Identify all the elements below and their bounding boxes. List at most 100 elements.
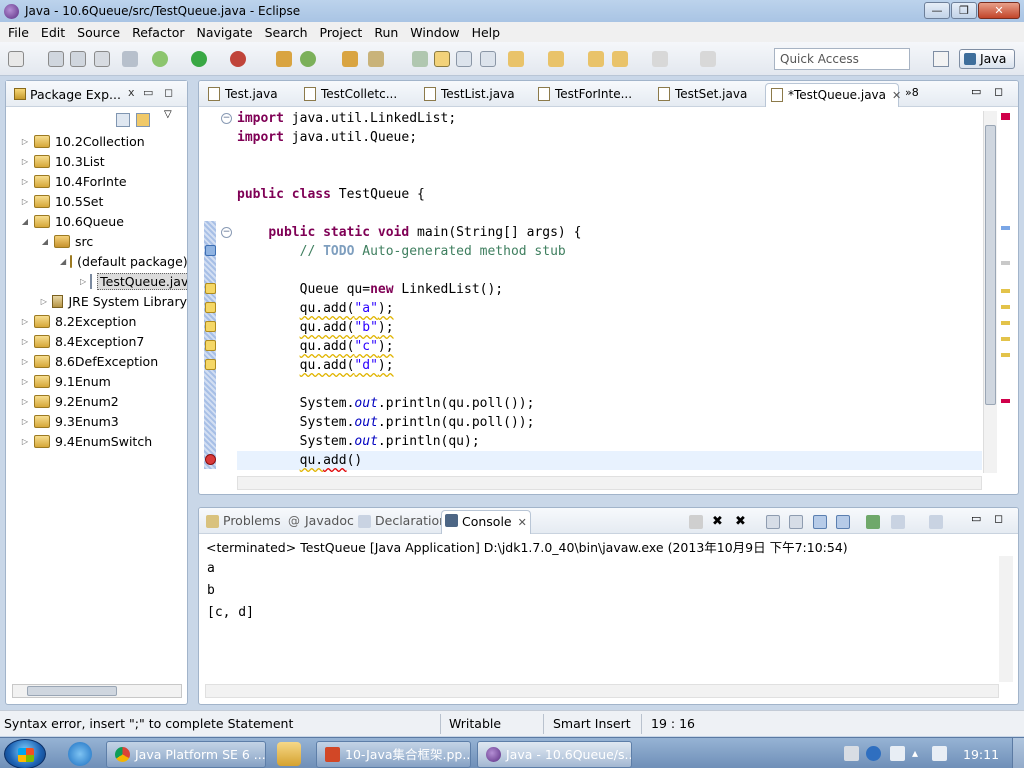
volume-icon[interactable] xyxy=(932,746,947,761)
close-button[interactable]: ✕ xyxy=(978,2,1020,19)
taskbar-item-powerpoint[interactable]: 10-Java集合框架.pp... xyxy=(316,741,471,768)
collapsed-arrow-icon[interactable]: ▷ xyxy=(20,137,30,146)
collapsed-arrow-icon[interactable]: ▷ xyxy=(80,277,86,286)
collapsed-arrow-icon[interactable]: ▷ xyxy=(20,177,30,186)
menu-search[interactable]: Search xyxy=(259,25,314,40)
open-type-icon[interactable] xyxy=(342,51,358,67)
clock[interactable]: 19:11 xyxy=(963,747,999,762)
back-icon[interactable] xyxy=(612,51,628,67)
terminate-icon[interactable] xyxy=(689,515,703,529)
forward-icon[interactable] xyxy=(652,51,668,67)
toggle-mark-occurrences-icon[interactable] xyxy=(412,51,428,67)
scrollbar-thumb[interactable] xyxy=(27,686,117,696)
task-overview-mark[interactable] xyxy=(1001,226,1010,230)
tab-test-java[interactable]: Test.java xyxy=(203,83,295,107)
collapsed-arrow-icon[interactable]: ▷ xyxy=(40,297,48,306)
tab-overflow-button[interactable]: »8 xyxy=(905,86,919,99)
link-with-editor-icon[interactable] xyxy=(136,113,150,127)
tree-item[interactable]: ◢ 10.6Queue xyxy=(6,211,187,231)
tree-item[interactable]: ◢ src xyxy=(6,231,187,251)
taskbar-item-eclipse[interactable]: Java - 10.6Queue/s... xyxy=(477,741,632,768)
new-java-project-icon[interactable] xyxy=(276,51,292,67)
warning-overview-mark[interactable] xyxy=(1001,337,1010,341)
collapsed-arrow-icon[interactable]: ▷ xyxy=(20,157,30,166)
tree-item[interactable]: ▷ JRE System Library xyxy=(6,291,187,311)
maximize-button[interactable]: ❐ xyxy=(951,2,977,19)
tree-item[interactable]: ▷ 8.6DefException xyxy=(6,351,187,371)
start-button[interactable] xyxy=(4,739,46,768)
new-icon[interactable] xyxy=(8,51,24,67)
minimize-view-icon[interactable]: ▭ xyxy=(143,86,153,99)
menu-navigate[interactable]: Navigate xyxy=(191,25,259,40)
warning-overview-mark[interactable] xyxy=(1001,289,1010,293)
collapse-all-icon[interactable] xyxy=(116,113,130,127)
warning-marker-icon[interactable] xyxy=(205,302,216,313)
tree-item[interactable]: ▷ 9.1Enum xyxy=(6,371,187,391)
clear-console-icon[interactable] xyxy=(766,515,780,529)
next-annotation-icon[interactable] xyxy=(508,51,524,67)
error-overview-icon[interactable] xyxy=(1001,113,1010,120)
tree-item[interactable]: ▷ 9.4EnumSwitch xyxy=(6,431,187,451)
task-marker-icon[interactable] xyxy=(205,245,216,256)
show-on-error-icon[interactable] xyxy=(836,515,850,529)
tab-console[interactable]: Console ✕ xyxy=(441,510,531,534)
tree-item[interactable]: ◢ (default package) xyxy=(6,251,187,271)
last-edit-icon[interactable] xyxy=(588,51,604,67)
search-icon[interactable] xyxy=(368,51,384,67)
scrollbar-thumb[interactable] xyxy=(985,125,996,405)
collapsed-arrow-icon[interactable]: ▷ xyxy=(20,317,30,326)
pin-editor-icon[interactable] xyxy=(700,51,716,67)
console-output[interactable]: a b [c, d] xyxy=(207,558,254,624)
tab-testlist-java[interactable]: TestList.java xyxy=(419,83,529,107)
tree-item[interactable]: ▷ 10.4ForInte xyxy=(6,171,187,191)
maximize-view-icon[interactable]: ◻ xyxy=(994,512,1003,525)
collapsed-arrow-icon[interactable]: ▷ xyxy=(20,197,30,206)
tree-item[interactable]: ▷ 8.4Exception7 xyxy=(6,331,187,351)
save-all-icon[interactable] xyxy=(70,51,86,67)
fold-toggle-icon[interactable]: − xyxy=(221,227,232,238)
show-whitespace-icon[interactable] xyxy=(480,51,496,67)
minimize-view-icon[interactable]: ▭ xyxy=(971,512,981,525)
external-tools-icon[interactable] xyxy=(230,51,246,67)
tree-item[interactable]: ▷ 9.3Enum3 xyxy=(6,411,187,431)
java-perspective-button[interactable]: Java xyxy=(959,49,1015,69)
new-class-icon[interactable] xyxy=(300,51,316,67)
keyboard-icon[interactable] xyxy=(844,746,859,761)
menu-source[interactable]: Source xyxy=(71,25,126,40)
show-on-output-icon[interactable] xyxy=(813,515,827,529)
tab-testqueue-java[interactable]: *TestQueue.java ✕ xyxy=(765,83,901,107)
error-marker-icon[interactable] xyxy=(205,454,216,465)
code-area[interactable]: import java.util.LinkedList; import java… xyxy=(237,109,982,470)
open-console-icon[interactable] xyxy=(929,515,943,529)
help-icon[interactable] xyxy=(866,746,881,761)
console-horizontal-scrollbar[interactable] xyxy=(205,684,999,698)
tree-item[interactable]: ▷ TestQueue.java xyxy=(6,271,187,291)
collapsed-arrow-icon[interactable]: ▷ xyxy=(20,357,30,366)
expanded-arrow-icon[interactable]: ◢ xyxy=(20,217,30,226)
network-icon[interactable] xyxy=(890,746,905,761)
debug-icon[interactable] xyxy=(152,51,168,67)
warning-marker-icon[interactable] xyxy=(205,340,216,351)
previous-annotation-icon[interactable] xyxy=(548,51,564,67)
error-overview-mark[interactable] xyxy=(1001,399,1010,403)
internet-explorer-icon[interactable] xyxy=(68,742,92,766)
menu-run[interactable]: Run xyxy=(368,25,404,40)
remove-launch-icon[interactable]: ✖ xyxy=(712,515,726,529)
display-console-icon[interactable] xyxy=(891,515,905,529)
expanded-arrow-icon[interactable]: ◢ xyxy=(40,237,50,246)
fold-toggle-icon[interactable]: − xyxy=(221,113,232,124)
open-perspective-icon[interactable] xyxy=(933,51,949,67)
close-tab-icon[interactable]: ✕ xyxy=(518,516,527,529)
editor-horizontal-scrollbar[interactable] xyxy=(237,476,982,490)
collapsed-arrow-icon[interactable]: ▷ xyxy=(20,337,30,346)
collapsed-arrow-icon[interactable]: ▷ xyxy=(20,417,30,426)
collapsed-arrow-icon[interactable]: ▷ xyxy=(20,377,30,386)
pin-console-icon[interactable] xyxy=(866,515,880,529)
tree-item[interactable]: ▷ 10.3List xyxy=(6,151,187,171)
tree-item[interactable]: ▷ 9.2Enum2 xyxy=(6,391,187,411)
tab-testcolletc[interactable]: TestColletc... xyxy=(299,83,414,107)
quick-access-input[interactable]: Quick Access xyxy=(774,48,910,70)
highlight-icon[interactable] xyxy=(434,51,450,67)
close-tab-icon[interactable]: ✕ xyxy=(892,89,901,102)
tab-javadoc[interactable]: @ Javadoc xyxy=(285,512,354,532)
